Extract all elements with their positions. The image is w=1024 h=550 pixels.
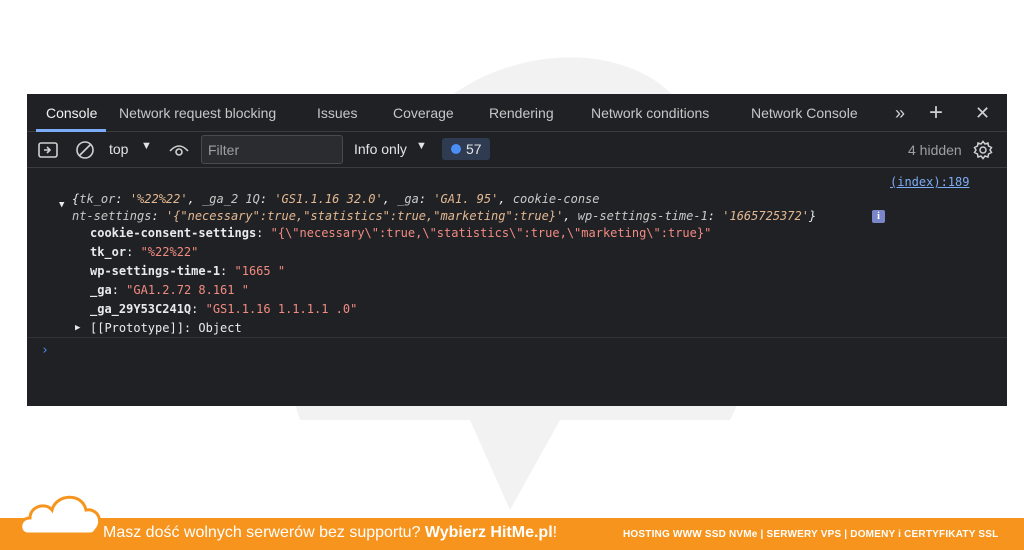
tab-network-console[interactable]: Network Console	[751, 94, 858, 132]
tab-console[interactable]: Console	[46, 94, 97, 132]
devtools-panel: Console Network request blocking Issues …	[27, 94, 1007, 406]
expand-triangle-icon[interactable]: ▶	[75, 323, 80, 333]
expand-triangle-icon[interactable]: ▼	[59, 200, 64, 210]
cloud-logo-icon	[19, 495, 102, 536]
object-property: wp-settings-time-1: "1665 "	[90, 264, 286, 278]
tab-network-request-blocking[interactable]: Network request blocking	[119, 94, 276, 132]
log-level-select[interactable]: Info only	[354, 141, 407, 157]
close-icon[interactable]: ✕	[975, 94, 990, 132]
add-tab-icon[interactable]: +	[929, 94, 943, 132]
console-prompt-input[interactable]	[57, 341, 997, 361]
chevron-down-icon: ▼	[141, 140, 152, 152]
tab-coverage[interactable]: Coverage	[393, 94, 454, 132]
object-property: _ga_29Y53C241Q: "GS1.1.16 1.1.1.1 .0"	[90, 302, 358, 316]
context-select[interactable]: top	[109, 141, 128, 157]
footer-services: HOSTING WWW SSD NVMe | SERWERY VPS | DOM…	[623, 529, 999, 540]
divider	[27, 337, 1007, 338]
object-summary-line-2: nt-settings: '{"necessary":true,"statist…	[72, 209, 817, 223]
message-count: 57	[466, 141, 482, 157]
info-icon[interactable]: i	[872, 210, 885, 223]
tab-rendering[interactable]: Rendering	[489, 94, 554, 132]
message-count-badge[interactable]: 57	[442, 138, 490, 160]
object-property: cookie-consent-settings: "{\"necessary\"…	[90, 226, 712, 240]
console-toolbar: top ▼ Info only ▼ 57 4 hidden	[27, 132, 1007, 168]
sidebar-toggle-icon[interactable]	[38, 142, 58, 158]
live-expression-eye-icon[interactable]	[169, 142, 189, 158]
message-icon	[451, 144, 461, 154]
object-summary-line-1: {tk_or: '%22%22', _ga_2 1Q: 'GS1.1.16 32…	[72, 192, 600, 206]
source-link[interactable]: (index):189	[890, 175, 969, 189]
footer-cta-link[interactable]: Wybierz HitMe.pl	[425, 524, 553, 541]
tab-issues[interactable]: Issues	[317, 94, 357, 132]
prototype-property[interactable]: [[Prototype]]: Object	[90, 321, 242, 335]
chevron-down-icon: ▼	[416, 140, 427, 152]
more-tabs-icon[interactable]: »	[895, 94, 905, 132]
devtools-tab-bar: Console Network request blocking Issues …	[27, 94, 1007, 132]
console-output: (index):189 ▼ {tk_or: '%22%22', _ga_2 1Q…	[27, 169, 1007, 406]
clear-console-icon[interactable]	[75, 140, 95, 160]
footer-message: Masz dość wolnych serwerów bez supportu?…	[103, 524, 558, 541]
tab-network-conditions[interactable]: Network conditions	[591, 94, 709, 132]
settings-gear-icon[interactable]	[973, 140, 993, 160]
hidden-count: 4 hidden	[908, 142, 962, 158]
footer-banner: Masz dość wolnych serwerów bez supportu?…	[0, 518, 1024, 550]
prompt-chevron-icon: ›	[41, 343, 49, 358]
object-property: _ga: "GA1.2.72 8.161 "	[90, 283, 249, 297]
filter-input[interactable]	[201, 135, 343, 164]
object-property: tk_or: "%22%22"	[90, 245, 199, 259]
